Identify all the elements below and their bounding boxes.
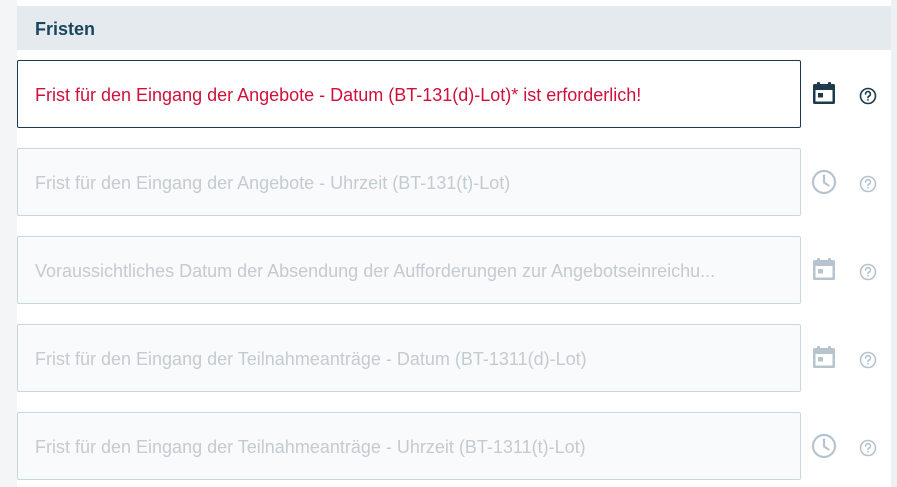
clock-icon[interactable] [811, 169, 837, 195]
help-circle-icon[interactable] [859, 263, 877, 281]
expected-invitation-date-field[interactable]: Voraussichtliches Datum der Absendung de… [17, 236, 801, 304]
help-circle-icon[interactable] [859, 87, 877, 105]
right-scrollbar-track[interactable] [891, 0, 897, 487]
help-circle-icon[interactable] [859, 351, 877, 369]
deadline-participation-time-field[interactable]: Frist für den Eingang der Teilnahmeanträ… [17, 412, 801, 480]
field-label: Frist für den Eingang der Angebote - Uhr… [35, 173, 511, 193]
deadline-participation-date-field[interactable]: Frist für den Eingang der Teilnahmeanträ… [17, 324, 801, 392]
section-header: Fristen [17, 6, 891, 50]
help-circle-icon[interactable] [859, 439, 877, 457]
section-title: Fristen [35, 19, 96, 39]
deadline-tender-date-field[interactable]: Frist für den Eingang der Angebote - Dat… [17, 60, 801, 128]
field-label: Frist für den Eingang der Teilnahmeanträ… [35, 437, 586, 457]
field-label: Frist für den Eingang der Teilnahmeanträ… [35, 349, 587, 369]
field-label: Voraussichtliches Datum der Absendung de… [35, 261, 716, 281]
left-gutter [0, 0, 17, 487]
calendar-icon[interactable] [811, 345, 837, 371]
field-label: Frist für den Eingang der Angebote - Dat… [35, 85, 642, 105]
help-circle-icon[interactable] [859, 175, 877, 193]
deadlines-panel: Fristen Frist für den Eingang der Angebo… [0, 0, 897, 487]
calendar-icon[interactable] [811, 81, 837, 107]
clock-icon[interactable] [811, 433, 837, 459]
calendar-icon[interactable] [811, 257, 837, 283]
deadline-tender-time-field[interactable]: Frist für den Eingang der Angebote - Uhr… [17, 148, 801, 216]
